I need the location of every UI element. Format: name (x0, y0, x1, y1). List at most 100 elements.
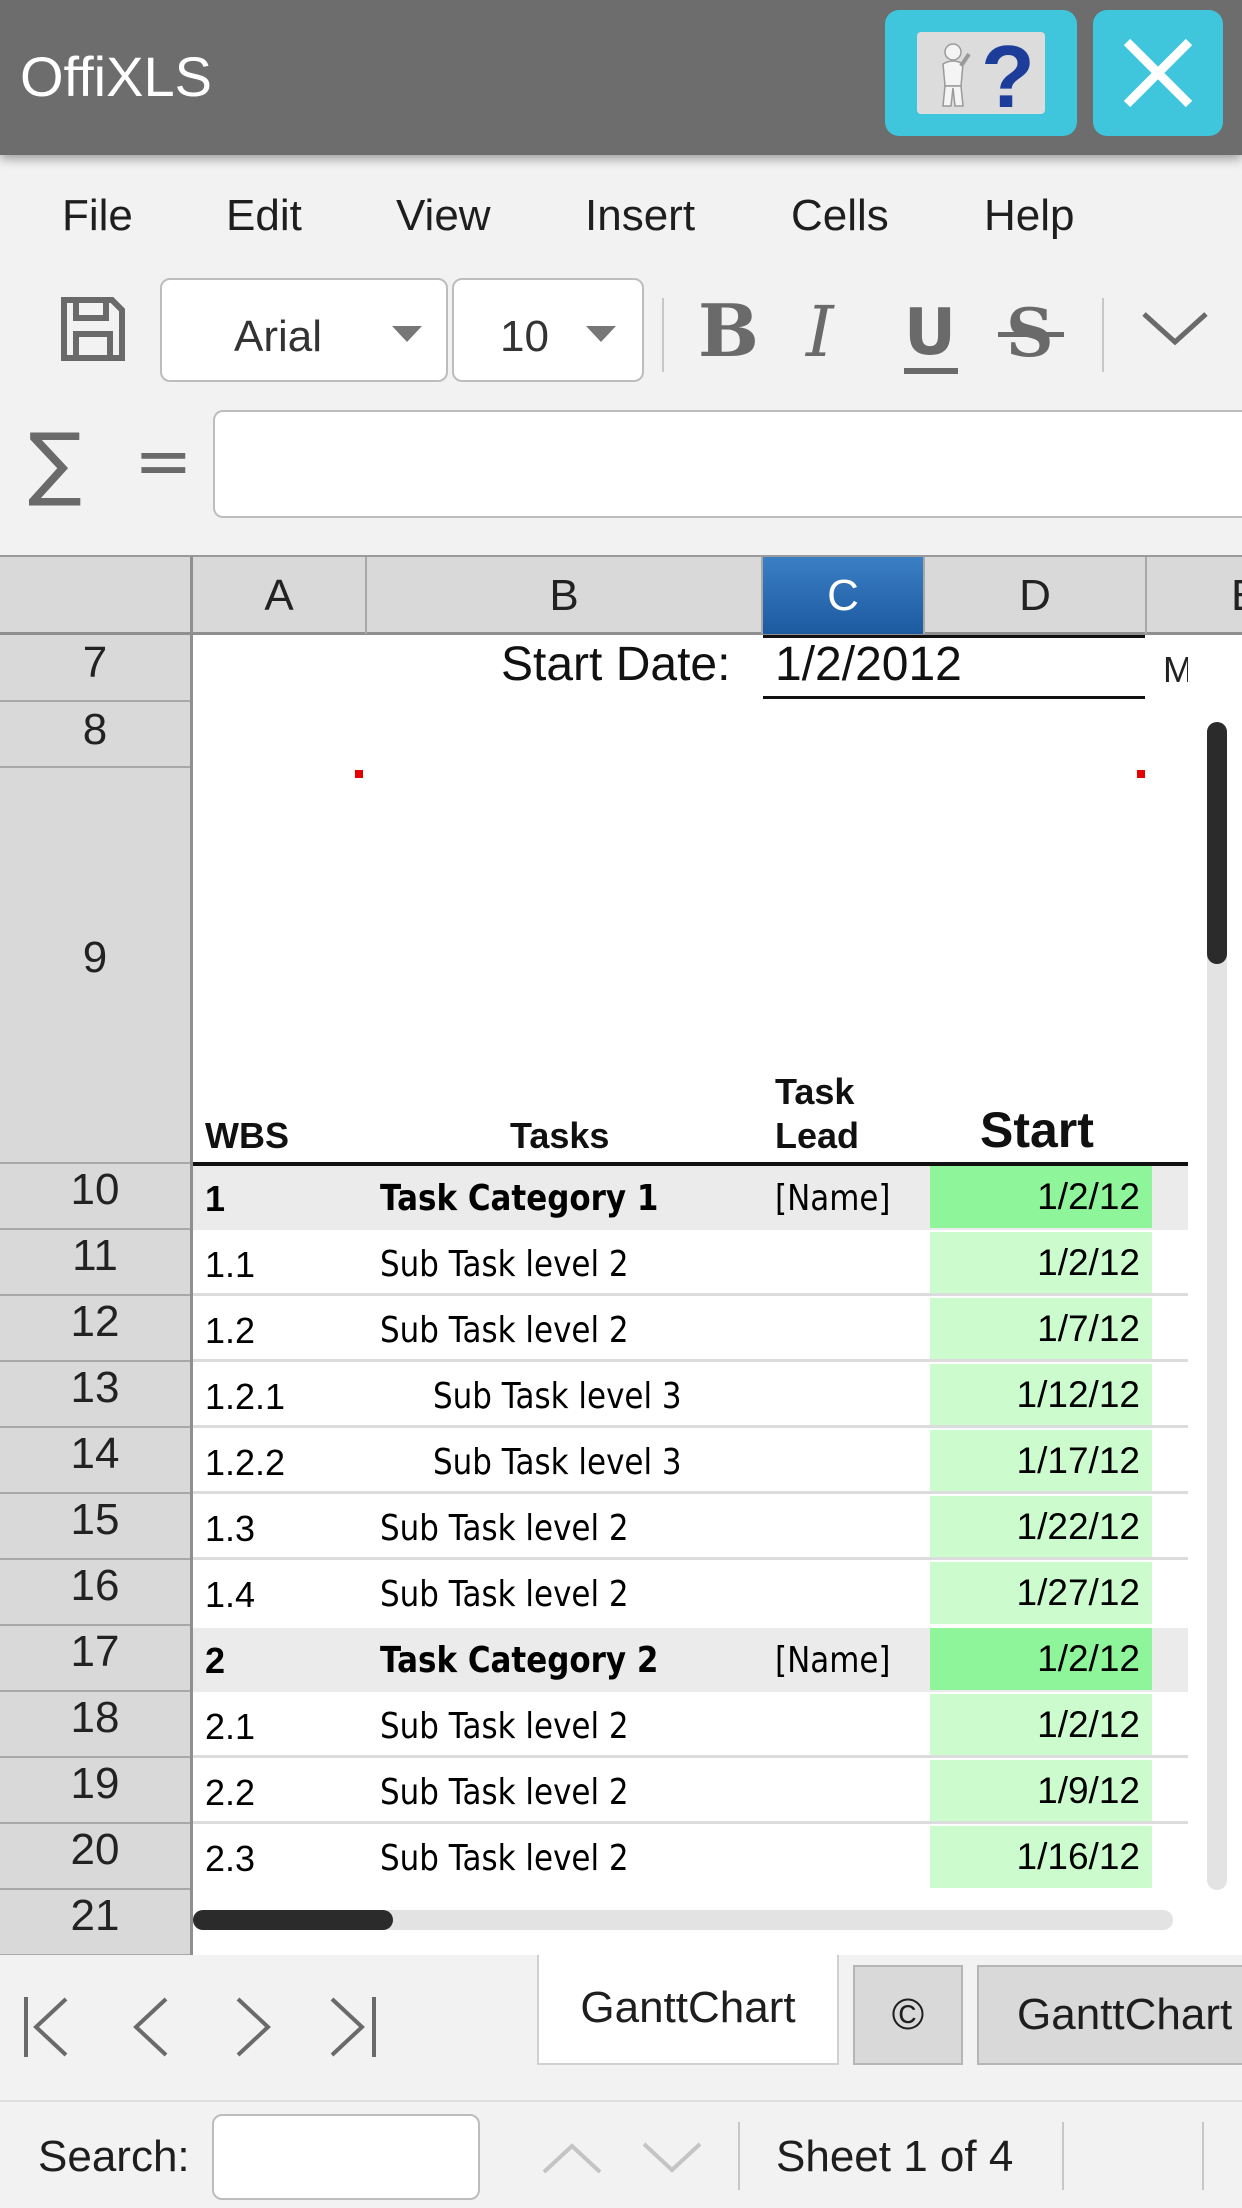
chevron-down-icon (392, 326, 422, 342)
menu-file[interactable]: File (62, 191, 133, 241)
first-sheet-icon[interactable] (22, 1995, 72, 2059)
row-header[interactable]: 21 (0, 1890, 190, 1956)
wbs-cell: 1 (205, 1178, 226, 1219)
wbs-cell: 1.4 (205, 1574, 256, 1615)
vertical-scroll-thumb[interactable] (1207, 722, 1227, 964)
start-cell: 1/7/12 (930, 1298, 1152, 1360)
underline-icon[interactable]: U (898, 292, 968, 382)
next-sheet-icon[interactable] (234, 1995, 274, 2059)
row-divider (193, 1821, 1188, 1824)
row-header[interactable]: 19 (0, 1758, 190, 1824)
menu-cells[interactable]: Cells (791, 191, 889, 241)
task-cell: Sub Task level 2 (380, 1574, 629, 1615)
strikethrough-icon[interactable]: S (998, 292, 1068, 368)
row-header[interactable]: 8 (0, 702, 190, 768)
table-row[interactable]: 1.1 Sub Task level 2 1/2/12 (193, 1232, 1188, 1296)
table-row[interactable]: 1.2 Sub Task level 2 1/7/12 (193, 1298, 1188, 1362)
task-cell: Sub Task level 2 (380, 1772, 629, 1813)
column-header-b[interactable]: B (367, 557, 763, 634)
start-cell: 1/2/12 (930, 1628, 1152, 1690)
status-divider (1202, 2122, 1204, 2190)
menu-insert[interactable]: Insert (585, 191, 695, 241)
close-button[interactable] (1093, 10, 1223, 136)
task-cell: Sub Task level 3 (433, 1442, 682, 1483)
last-sheet-icon[interactable] (328, 1995, 378, 2059)
task-cell: Sub Task level 2 (380, 1838, 629, 1879)
table-row[interactable]: 2 Task Category 2 [Name] 1/2/12 (193, 1628, 1188, 1692)
svg-text:B: B (698, 292, 759, 368)
horizontal-scrollbar[interactable] (193, 1910, 1173, 1930)
search-up-icon[interactable] (540, 2140, 604, 2176)
save-icon[interactable] (58, 294, 128, 364)
italic-icon[interactable]: I (798, 292, 858, 368)
task-lead-header-line1: Task (775, 1071, 855, 1112)
row-header[interactable]: 12 (0, 1296, 190, 1362)
search-label: Search: (38, 2132, 190, 2181)
font-size-value: 10 (500, 312, 549, 361)
red-marker (355, 770, 363, 778)
column-header-row: A B C D E (0, 555, 1242, 635)
row-header[interactable]: 7 (0, 635, 190, 702)
row-header[interactable]: 15 (0, 1494, 190, 1560)
sum-icon[interactable]: ∑ (28, 416, 82, 509)
start-date-value[interactable]: 1/2/2012 (775, 637, 962, 692)
wbs-cell: 1.2.2 (205, 1442, 286, 1483)
horizontal-scroll-thumb[interactable] (193, 1910, 393, 1930)
row-header[interactable]: 9 (0, 768, 190, 1164)
sheet-tab-ganttchart-2[interactable]: GanttChart (977, 1965, 1242, 2065)
function-icon[interactable]: = (134, 420, 193, 502)
row-header[interactable]: 17 (0, 1626, 190, 1692)
row-header[interactable]: 13 (0, 1362, 190, 1428)
table-row[interactable]: 1.2.1 Sub Task level 3 1/12/12 (193, 1364, 1188, 1428)
lead-cell: [Name] (775, 1178, 891, 1219)
help-button[interactable]: ? (885, 10, 1077, 136)
menu-edit[interactable]: Edit (226, 191, 302, 241)
lead-cell: [Name] (775, 1640, 891, 1681)
table-row[interactable]: 2.1 Sub Task level 2 1/2/12 (193, 1694, 1188, 1758)
row-header[interactable]: 20 (0, 1824, 190, 1890)
search-down-icon[interactable] (640, 2140, 704, 2176)
row-divider (193, 1755, 1188, 1758)
chevron-down-icon[interactable] (1140, 308, 1210, 348)
row-divider (193, 1293, 1188, 1296)
row-header[interactable]: 16 (0, 1560, 190, 1626)
row-header[interactable]: 18 (0, 1692, 190, 1758)
start-cell: 1/17/12 (930, 1430, 1152, 1492)
wbs-header: WBS (205, 1115, 289, 1156)
font-name-select[interactable]: Arial (160, 278, 448, 382)
formula-input[interactable] (213, 410, 1242, 518)
table-row[interactable]: 1.3 Sub Task level 2 1/22/12 (193, 1496, 1188, 1560)
start-cell: 1/12/12 (930, 1364, 1152, 1426)
start-cell: 1/2/12 (930, 1166, 1152, 1228)
spreadsheet-grid: A B C D E 7 8 9 10 11 12 13 14 15 16 17 … (0, 555, 1242, 1956)
menu-view[interactable]: View (396, 191, 491, 241)
column-header-c[interactable]: C (763, 557, 925, 634)
table-row[interactable]: 2.3 Sub Task level 2 1/16/12 (193, 1826, 1188, 1890)
vertical-scrollbar[interactable] (1207, 722, 1227, 1890)
prev-sheet-icon[interactable] (130, 1995, 170, 2059)
red-marker (1137, 770, 1145, 778)
table-row[interactable]: 2.2 Sub Task level 2 1/9/12 (193, 1760, 1188, 1824)
sheet-tab-copyright[interactable]: © (853, 1965, 963, 2065)
menu-bar: File Edit View Insert Cells Help (0, 155, 1242, 273)
font-size-select[interactable]: 10 (452, 278, 644, 382)
cell-area[interactable]: Start Date: 1/2/2012 M WBS Tasks Task Le… (193, 635, 1242, 1955)
row-header[interactable]: 10 (0, 1164, 190, 1230)
table-row[interactable]: 1.2.2 Sub Task level 3 1/17/12 (193, 1430, 1188, 1494)
row-header[interactable]: 11 (0, 1230, 190, 1296)
app-window: OffiXLS ? File Edit View Insert Cells He… (0, 0, 1242, 2208)
table-row[interactable]: 1.4 Sub Task level 2 1/27/12 (193, 1562, 1188, 1626)
task-cell: Task Category 2 (380, 1640, 659, 1681)
table-row[interactable]: 1 Task Category 1 [Name] 1/2/12 (193, 1166, 1188, 1230)
column-header-e[interactable]: E (1147, 557, 1242, 634)
search-input[interactable] (212, 2114, 480, 2200)
bold-icon[interactable]: B (694, 292, 764, 368)
sheet-tab-ganttchart[interactable]: GanttChart (537, 1955, 839, 2065)
menu-help[interactable]: Help (984, 191, 1075, 241)
select-all-corner[interactable] (0, 557, 193, 634)
row-header[interactable]: 14 (0, 1428, 190, 1494)
start-date-label: Start Date: (501, 638, 731, 691)
start-cell: 1/9/12 (930, 1760, 1152, 1822)
column-header-d[interactable]: D (925, 557, 1147, 634)
column-header-a[interactable]: A (193, 557, 367, 634)
